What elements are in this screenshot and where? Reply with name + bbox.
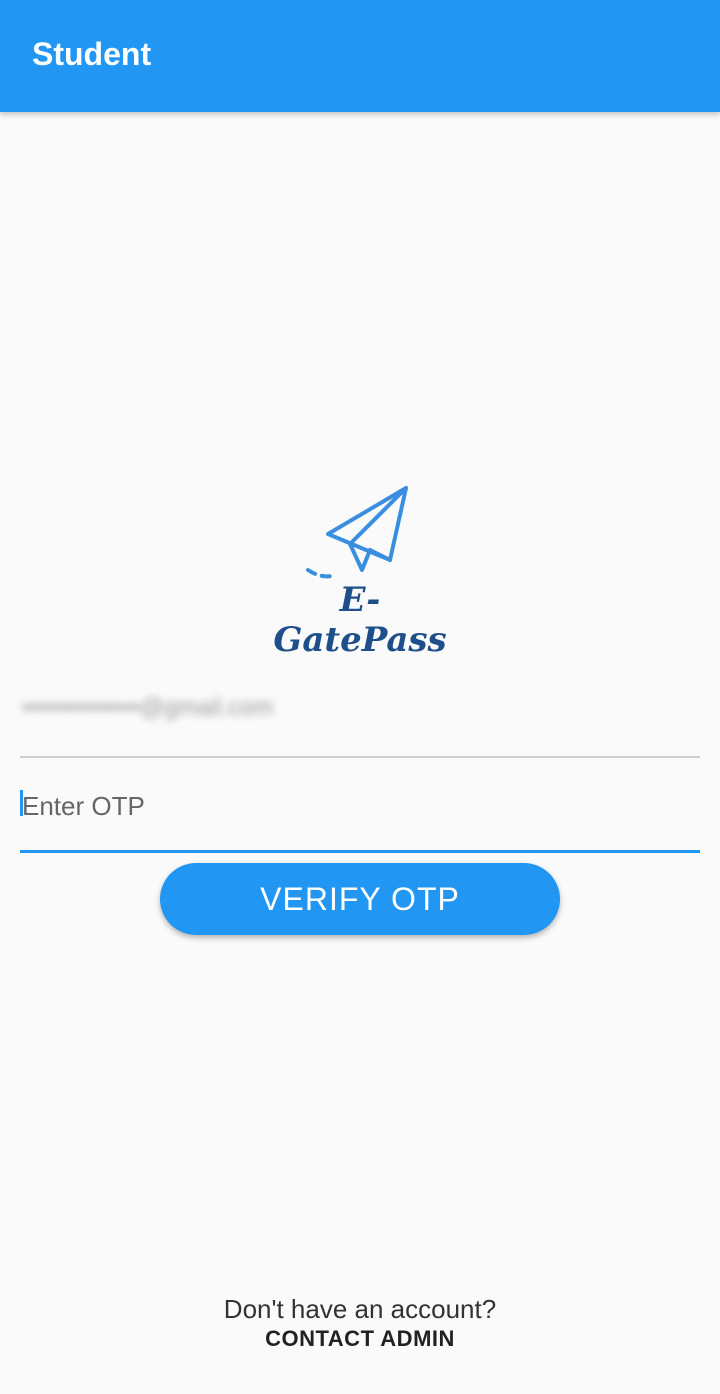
app-bar: Student — [0, 0, 720, 112]
verify-otp-button[interactable]: VERIFY OTP — [160, 863, 560, 935]
email-value: ••••••••••••••@gmail.com — [22, 694, 274, 721]
paper-plane-icon — [306, 486, 408, 579]
email-field: ••••••••••••••@gmail.com — [20, 680, 700, 758]
contact-admin-link[interactable]: CONTACT ADMIN — [0, 1326, 720, 1352]
text-cursor — [20, 790, 23, 816]
otp-field-container[interactable] — [20, 770, 702, 853]
no-account-text: Don't have an account? — [223, 1294, 497, 1324]
app-bar-title: Student — [32, 36, 152, 72]
logo-wordmark: E-GatePass — [273, 580, 447, 660]
app-logo: E-GatePass — [260, 480, 460, 660]
otp-input[interactable] — [20, 784, 702, 828]
